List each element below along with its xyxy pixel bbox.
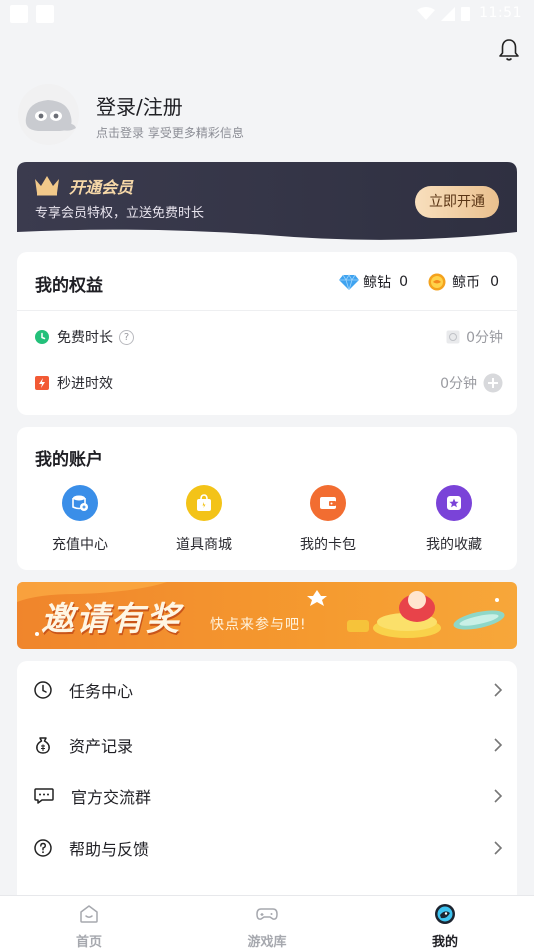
chevron-right-icon <box>494 683 503 697</box>
login-subtitle: 点击登录 享受更多精彩信息 <box>96 126 244 140</box>
shop-label: 道具商城 <box>176 537 232 553</box>
menu-list-card: 任务中心 资产记录 官方交流群 帮助与反馈 <box>17 661 517 921</box>
time-badge-icon <box>446 330 460 344</box>
menu-item-asset-records[interactable]: 资产记录 <box>33 730 503 760</box>
item-shop[interactable]: 道具商城 <box>154 485 254 554</box>
login-register-title[interactable]: 登录/注册 <box>96 91 183 120</box>
recharge-label: 充值中心 <box>52 537 108 553</box>
nav-profile[interactable]: 我的 <box>405 903 485 950</box>
vip-subtitle: 专享会员特权，立送免费时长 <box>35 206 205 221</box>
rights-title: 我的权益 <box>35 276 103 296</box>
fast-entry-row[interactable]: 秒进时效 0分钟 <box>35 372 503 394</box>
chevron-right-icon <box>494 841 503 855</box>
notification-icon <box>36 5 54 23</box>
coin-label: 鲸币 <box>452 275 481 291</box>
collection-label: 我的收藏 <box>426 537 482 553</box>
chevron-right-icon <box>494 789 503 803</box>
avatar[interactable] <box>18 84 79 145</box>
nav-label: 我的 <box>431 935 458 950</box>
menu-label: 帮助与反馈 <box>69 840 150 859</box>
bell-icon[interactable] <box>496 37 522 63</box>
my-rights-card: 我的权益 鲸钻 0 鲸币 0 免费时长 ? 0分钟 秒进时效 0分钟 <box>17 252 517 415</box>
vip-title: 开通会员 <box>69 178 134 197</box>
diamond-icon <box>339 274 360 290</box>
vip-membership-card[interactable]: 开通会员 专享会员特权，立送免费时长 立即开通 <box>17 162 517 240</box>
menu-item-official-group[interactable]: 官方交流群 <box>33 781 503 811</box>
status-bar: 11:51 <box>0 0 534 28</box>
free-duration-row[interactable]: 免费时长 ? 0分钟 <box>35 326 503 348</box>
rights-stats: 鲸钻 0 鲸币 0 <box>339 272 499 292</box>
menu-item-task-center[interactable]: 任务中心 <box>33 675 503 705</box>
coin-balance[interactable]: 鲸币 0 <box>428 272 499 292</box>
my-collection[interactable]: 我的收藏 <box>404 485 504 554</box>
wifi-icon <box>417 6 435 20</box>
help-icon[interactable]: ? <box>119 329 134 345</box>
invite-title: 邀请有奖 <box>41 599 181 638</box>
wallet-label: 我的卡包 <box>300 537 356 553</box>
diamond-value: 0 <box>399 274 409 290</box>
divider <box>17 310 517 311</box>
nav-game-library[interactable]: 游戏库 <box>227 903 307 950</box>
chat-icon <box>34 788 54 804</box>
star-collection-icon <box>436 485 472 521</box>
clock-icon <box>34 681 52 699</box>
profile-icon <box>435 904 455 924</box>
nav-label: 游戏库 <box>247 935 287 950</box>
wallet-icon <box>310 485 346 521</box>
fast-entry-label: 秒进时效 <box>57 376 113 392</box>
invite-reward-banner[interactable]: 邀请有奖 快点来参与吧! <box>17 582 517 649</box>
status-icons <box>417 6 470 21</box>
nav-home[interactable]: 首页 <box>49 903 129 950</box>
diamond-balance[interactable]: 鲸钻 0 <box>339 272 408 292</box>
my-card-wallet[interactable]: 我的卡包 <box>278 485 378 554</box>
clock-green-icon <box>35 330 49 344</box>
menu-label: 任务中心 <box>69 682 134 701</box>
bottom-navigation: 首页 游戏库 我的 <box>0 895 534 950</box>
status-time: 11:51 <box>479 5 522 21</box>
nav-label: 首页 <box>75 935 102 950</box>
notification-icon <box>10 5 28 23</box>
invite-subtitle: 快点来参与吧! <box>210 617 307 633</box>
lightning-icon <box>35 376 49 390</box>
diamond-label: 鲸钻 <box>363 275 392 291</box>
menu-label: 官方交流群 <box>71 788 152 807</box>
activate-vip-button[interactable]: 立即开通 <box>415 186 499 218</box>
crown-icon <box>35 176 59 196</box>
battery-icon <box>461 7 470 21</box>
chevron-right-icon <box>494 738 503 752</box>
shop-bag-icon <box>186 485 222 521</box>
add-icon[interactable] <box>483 373 503 393</box>
menu-label: 资产记录 <box>69 737 134 756</box>
recharge-icon <box>62 485 98 521</box>
free-duration-value: 0分钟 <box>466 330 503 346</box>
account-title: 我的账户 <box>35 450 103 470</box>
money-bag-icon <box>36 737 50 754</box>
free-duration-label: 免费时长 <box>57 330 113 346</box>
gamepad-icon <box>256 908 278 920</box>
home-icon <box>80 905 98 923</box>
menu-item-help-feedback[interactable]: 帮助与反馈 <box>33 833 503 863</box>
my-account-card: 我的账户 充值中心 道具商城 我的卡包 我的收藏 <box>17 427 517 570</box>
coin-icon <box>428 273 446 291</box>
coin-value: 0 <box>490 274 499 290</box>
fast-entry-value: 0分钟 <box>440 376 477 392</box>
recharge-center[interactable]: 充值中心 <box>30 485 130 554</box>
profile-header[interactable]: 登录/注册 点击登录 享受更多精彩信息 <box>18 84 518 148</box>
signal-icon <box>441 6 455 21</box>
default-avatar-icon <box>18 84 79 145</box>
help-circle-icon <box>34 839 52 857</box>
